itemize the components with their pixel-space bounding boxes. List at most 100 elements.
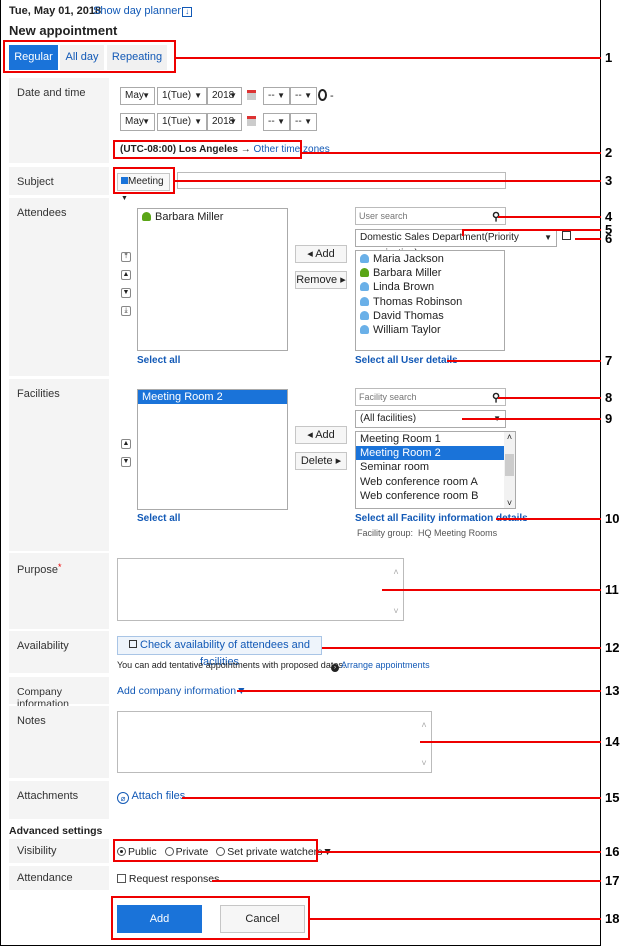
end-hour-select[interactable]: -- ▼ <box>263 113 290 131</box>
selected-attendee-name: Barbara Miller <box>155 211 224 223</box>
arrange-appointments-link[interactable]: › Arrange appointments <box>331 660 430 672</box>
attendee-candidate-item[interactable]: Linda Brown <box>356 280 504 294</box>
facility-candidates-list[interactable]: Meeting Room 1 Meeting Room 2 Seminar room… <box>355 431 516 509</box>
attach-files-link[interactable]: ⌀ Attach files <box>117 790 185 804</box>
facility-group-value: (All facilities) <box>360 413 417 424</box>
move-up-icon[interactable]: ▲ <box>121 439 131 449</box>
scroll-down-icon: ˅ <box>421 758 427 768</box>
calendar-icon[interactable] <box>247 116 256 126</box>
move-bottom-icon[interactable]: ⤓ <box>121 306 131 316</box>
callout-line <box>237 690 601 692</box>
callout-line <box>302 152 601 154</box>
start-day-select[interactable]: 1(Tue) ▼ <box>157 87 207 105</box>
popup-window-icon[interactable] <box>562 231 571 240</box>
add-facility-button[interactable]: ◂ Add <box>295 426 347 444</box>
start-minute-select[interactable]: -- ▼ <box>290 87 317 105</box>
organization-select[interactable]: Domestic Sales Department(Priority organ… <box>355 229 557 259</box>
facility-list-scrollbar[interactable]: ˄ ˅ <box>504 432 515 508</box>
move-down-icon[interactable]: ▼ <box>121 457 131 467</box>
facility-candidates-select-all-link[interactable]: Select all <box>355 513 398 524</box>
selected-facility-item[interactable]: Meeting Room 2 <box>138 390 287 404</box>
delete-facility-button[interactable]: Delete ▸ <box>295 452 347 470</box>
calendar-icon[interactable] <box>247 90 256 100</box>
move-down-icon[interactable]: ▼ <box>121 288 131 298</box>
attendee-candidate-item[interactable]: Maria Jackson <box>356 252 504 266</box>
end-hour-value: -- <box>268 116 275 127</box>
callout-number: 9 <box>605 411 613 426</box>
facility-group-info-label: Facility group: <box>357 528 414 538</box>
start-hour-value: -- <box>268 90 275 101</box>
show-day-planner-label: Show day planner <box>93 5 182 17</box>
end-day-select[interactable]: 1(Tue) ▼ <box>157 113 207 131</box>
selected-facilities-list[interactable]: Meeting Room 2 <box>137 389 288 510</box>
popup-window-icon <box>129 640 137 648</box>
user-icon <box>360 324 369 334</box>
show-day-planner-link[interactable]: Show day planner ↓ <box>93 5 193 17</box>
callout-number: 2 <box>605 145 613 160</box>
download-arrow-icon: ↓ <box>182 7 193 17</box>
chevron-down-icon: ▼ <box>142 117 150 126</box>
chevron-down-icon: ▼ <box>142 91 150 100</box>
callout-line <box>462 229 601 231</box>
callout-line <box>318 851 601 853</box>
notes-textarea[interactable]: ˄ ˅ <box>117 711 432 773</box>
paperclip-icon: ⌀ <box>117 792 129 804</box>
move-top-icon[interactable]: ⤒ <box>121 252 131 262</box>
end-month-select[interactable]: May ▼ <box>120 113 155 131</box>
callout-line <box>420 741 601 743</box>
user-icon <box>360 310 369 320</box>
start-hour-select[interactable]: -- ▼ <box>263 87 290 105</box>
move-up-icon[interactable]: ▲ <box>121 270 131 280</box>
attendee-candidate-name: Maria Jackson <box>373 253 444 265</box>
circle-arrow-icon: › <box>331 664 339 672</box>
facility-search-input[interactable] <box>355 388 506 406</box>
end-minute-select[interactable]: -- ▼ <box>290 113 317 131</box>
purpose-textarea[interactable]: ˄ ˅ <box>117 558 404 621</box>
callout-number: 8 <box>605 390 613 405</box>
attendees-select-all-link[interactable]: Select all <box>137 355 180 366</box>
facility-candidate-item[interactable]: Seminar room <box>356 460 506 474</box>
clock-icon[interactable] <box>318 89 327 101</box>
facilities-select-all-link[interactable]: Select all <box>137 513 180 524</box>
current-date: Tue, May 01, 2018 <box>9 5 102 17</box>
start-year-select[interactable]: 2018 ▼ <box>207 87 242 105</box>
callout-number: 10 <box>605 511 620 526</box>
facility-candidate-item[interactable]: Meeting Room 1 <box>356 432 506 446</box>
scroll-down-icon[interactable]: ˅ <box>504 498 515 508</box>
user-search-input[interactable] <box>355 207 506 225</box>
scroll-up-icon[interactable]: ˄ <box>504 432 515 442</box>
date-time-label: Date and time <box>9 78 109 163</box>
attendee-candidate-item[interactable]: Barbara Miller <box>356 266 504 280</box>
user-icon <box>360 282 369 292</box>
callout-number: 3 <box>605 173 613 188</box>
candidates-select-all-link[interactable]: Select all <box>355 355 398 366</box>
attendee-candidate-item[interactable]: David Thomas <box>356 309 504 323</box>
user-icon <box>360 254 369 263</box>
attach-files-label: Attach files <box>131 790 186 802</box>
facility-candidate-item[interactable]: Web conference room A <box>356 475 506 489</box>
remove-attendee-button[interactable]: Remove ▸ <box>295 271 347 289</box>
attendee-candidates-list[interactable]: Maria Jackson Barbara Miller Linda Brown Th… <box>355 250 505 351</box>
request-responses-checkbox[interactable]: Request responses <box>117 873 219 885</box>
add-attendee-button[interactable]: ◂ Add <box>295 245 347 263</box>
check-availability-button[interactable]: Check availability of attendees and faci… <box>117 636 322 668</box>
callout-line <box>498 397 601 399</box>
attendee-candidate-name: William Taylor <box>373 323 441 336</box>
add-company-info-link[interactable]: Add company information▼ <box>117 685 246 697</box>
attendee-candidate-item[interactable]: William Taylor <box>356 323 504 337</box>
end-year-select[interactable]: 2018 ▼ <box>207 113 242 131</box>
selected-attendees-list[interactable]: Barbara Miller <box>137 208 288 351</box>
facility-candidate-item[interactable]: Meeting Room 2 <box>356 446 506 461</box>
checkbox-icon[interactable] <box>117 874 126 883</box>
user-icon <box>360 296 369 306</box>
scrollbar-thumb[interactable] <box>505 454 514 476</box>
start-month-select[interactable]: May ▼ <box>120 87 155 105</box>
facility-candidate-item[interactable]: Web conference room B <box>356 489 506 503</box>
selected-attendee-item[interactable]: Barbara Miller <box>138 210 287 224</box>
attendee-candidate-name: Linda Brown <box>373 281 435 294</box>
chevron-down-icon: ▼ <box>304 91 312 100</box>
callout-number: 14 <box>605 734 620 749</box>
callout-line <box>175 180 601 182</box>
start-month-value: May <box>125 90 144 101</box>
attendee-candidate-item[interactable]: Thomas Robinson <box>356 295 504 309</box>
